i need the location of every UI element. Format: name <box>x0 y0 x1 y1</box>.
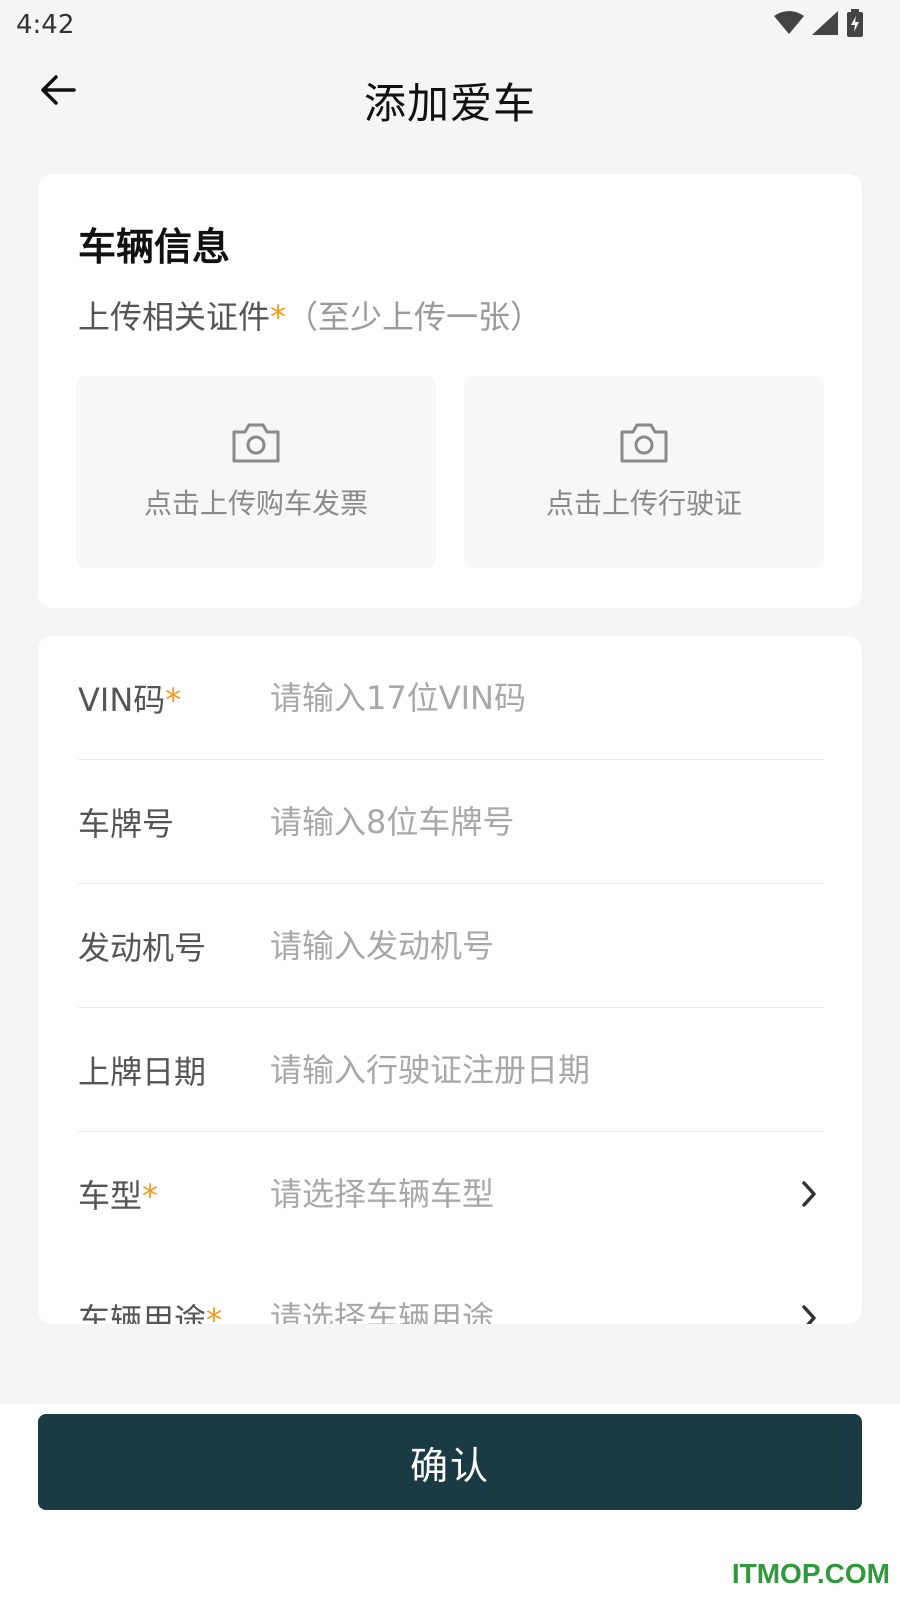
engine-number-input[interactable] <box>270 926 824 965</box>
status-time: 4:42 <box>16 10 75 40</box>
required-mark: * <box>270 298 287 336</box>
required-mark: * <box>165 680 182 719</box>
register-date-label-text: 上牌日期 <box>78 1052 207 1091</box>
usage-select[interactable] <box>270 1299 794 1324</box>
chevron-right-icon <box>794 1304 824 1324</box>
status-bar: 4:42 <box>0 0 900 50</box>
form-row-vin[interactable]: VIN码* <box>78 636 824 760</box>
camera-icon <box>230 422 282 468</box>
required-mark: * <box>206 1301 223 1324</box>
vin-input[interactable] <box>270 678 824 717</box>
vin-label-text: VIN码 <box>78 680 166 719</box>
model-select[interactable] <box>270 1175 794 1213</box>
required-mark: * <box>142 1177 159 1215</box>
back-button[interactable] <box>36 70 80 114</box>
battery-charging-icon <box>846 9 864 41</box>
model-label: 车型* <box>78 1171 270 1217</box>
upload-label: 上传相关证件*（至少上传一张） <box>78 292 542 338</box>
usage-label-text: 车辆用途 <box>78 1301 207 1324</box>
engine-label: 发动机号 <box>78 923 270 969</box>
nav-bar: 添加爱车 <box>0 60 900 140</box>
upload-label-text: 上传相关证件 <box>78 298 271 336</box>
upload-license-button[interactable]: 点击上传行驶证 <box>464 376 824 568</box>
page-title: 添加爱车 <box>363 78 536 128</box>
form-row-register-date[interactable]: 上牌日期 <box>78 1008 824 1132</box>
plate-input[interactable] <box>270 802 824 841</box>
plate-label: 车牌号 <box>78 799 270 845</box>
vehicle-form-card: VIN码* 车牌号 发动机号 上牌日期 车型* 车辆用途* <box>38 636 862 1324</box>
upload-license-label: 点击上传行驶证 <box>545 487 742 520</box>
form-row-engine[interactable]: 发动机号 <box>78 884 824 1008</box>
form-row-usage[interactable]: 车辆用途* <box>78 1256 824 1324</box>
arrow-left-icon <box>40 74 76 110</box>
upload-invoice-label: 点击上传购车发票 <box>143 487 368 520</box>
form-row-model[interactable]: 车型* <box>78 1132 824 1256</box>
vin-label: VIN码* <box>78 675 270 721</box>
upload-hint: （至少上传一张） <box>286 298 543 336</box>
plate-label-text: 车牌号 <box>78 804 175 843</box>
upload-invoice-button[interactable]: 点击上传购车发票 <box>76 376 436 568</box>
engine-label-text: 发动机号 <box>78 928 207 967</box>
confirm-button[interactable]: 确认 <box>38 1414 862 1510</box>
status-icons <box>774 9 864 41</box>
cellular-signal-icon <box>812 11 838 39</box>
watermark-text: ITMOP.COM <box>731 1558 890 1589</box>
usage-label: 车辆用途* <box>78 1295 270 1324</box>
vehicle-info-card: 车辆信息 上传相关证件*（至少上传一张） 点击上传购车发票 点击上传行驶证 <box>38 174 862 608</box>
model-label-text: 车型 <box>78 1177 143 1215</box>
section-title: 车辆信息 <box>78 225 231 269</box>
wifi-icon <box>774 11 804 39</box>
chevron-right-icon <box>794 1180 824 1208</box>
register-date-input[interactable] <box>270 1050 824 1089</box>
register-date-label: 上牌日期 <box>78 1047 270 1093</box>
camera-icon <box>618 422 670 468</box>
form-row-plate[interactable]: 车牌号 <box>78 760 824 884</box>
